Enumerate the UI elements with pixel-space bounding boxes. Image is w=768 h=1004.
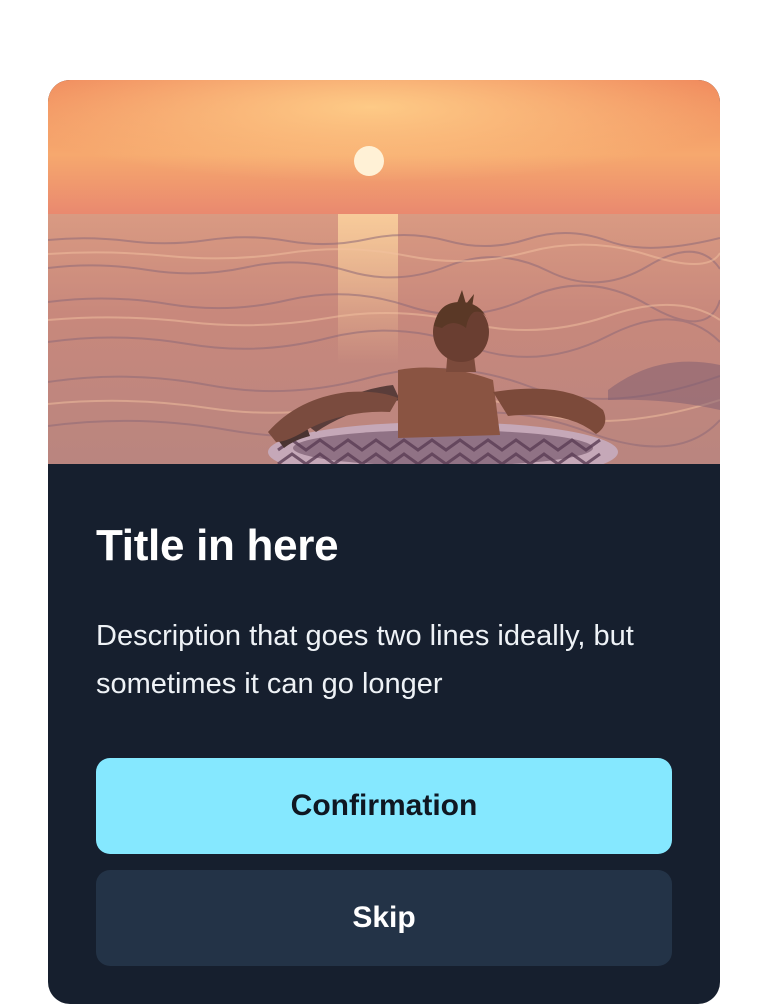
confirmation-button[interactable]: Confirmation <box>96 758 672 854</box>
card-content: Title in here Description that goes two … <box>48 520 720 966</box>
card-title: Title in here <box>96 521 339 570</box>
hero-image <box>48 80 720 464</box>
skip-button[interactable]: Skip <box>96 870 672 966</box>
dialog-card: Title in here Description that goes two … <box>48 80 720 1004</box>
sunset-sea-illustration <box>48 80 720 464</box>
card-description: Description that goes two lines ideally,… <box>96 620 634 700</box>
